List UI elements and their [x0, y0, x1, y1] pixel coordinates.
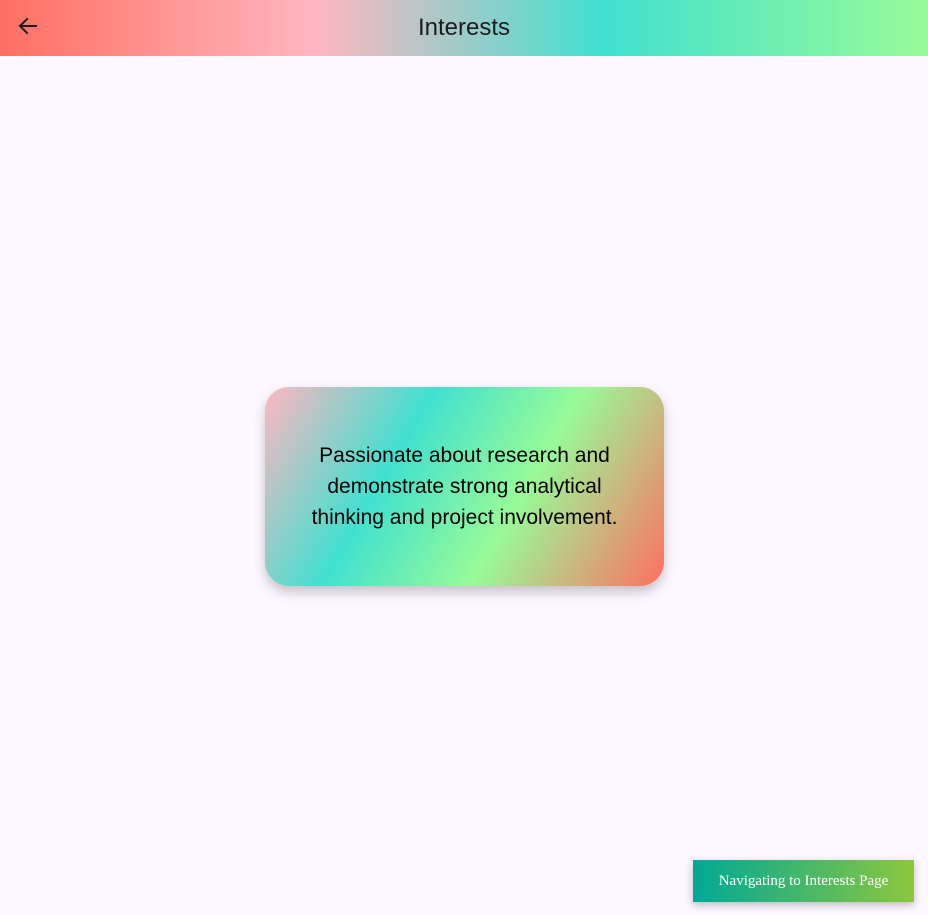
navigation-snackbar: Navigating to Interests Page [693, 860, 914, 902]
back-button[interactable] [8, 8, 48, 48]
page-title: Interests [417, 14, 511, 41]
app-screen: Interests Passionate about research and … [0, 0, 928, 915]
interest-card: Passionate about research and demonstrat… [265, 387, 664, 586]
app-bar: Interests [0, 0, 928, 56]
arrow-left-icon [16, 14, 40, 43]
interest-card-text: Passionate about research and demonstrat… [311, 444, 618, 529]
snackbar-message: Navigating to Interests Page [718, 872, 889, 889]
